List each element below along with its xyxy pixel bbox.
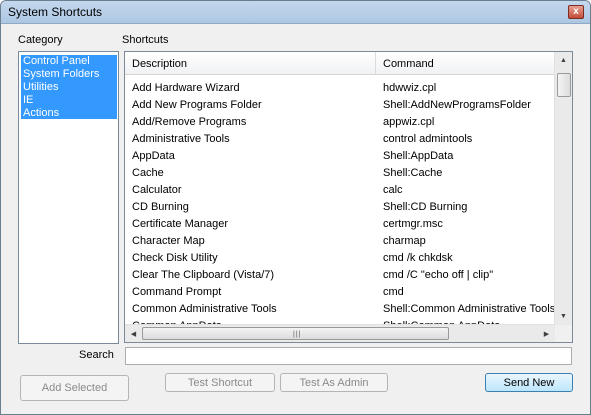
row-command: hdwwiz.cpl [383, 82, 437, 94]
table-row[interactable]: Character Map charmap [125, 233, 556, 250]
row-description: Add Hardware Wizard [132, 82, 240, 94]
system-shortcuts-window: System Shortcuts x Category Shortcuts Co… [0, 0, 591, 415]
column-header-command[interactable]: Command [383, 58, 434, 70]
table-row[interactable]: Calculator calc [125, 182, 556, 199]
scroll-down-icon[interactable]: ▼ [555, 308, 572, 325]
table-row[interactable]: Clear The Clipboard (Vista/7) cmd /C "ech… [125, 267, 556, 284]
scrollbar-corner [555, 325, 572, 342]
row-command: Shell:CD Burning [383, 201, 468, 213]
row-command: Shell:AppData [383, 150, 454, 162]
row-description: Common Administrative Tools [132, 303, 277, 315]
table-header: Description Command [125, 52, 556, 75]
column-header-description[interactable]: Description [132, 58, 187, 70]
row-command: cmd [383, 286, 404, 298]
row-command: Shell:Common Administrative Tools [383, 303, 556, 315]
row-command: charmap [383, 235, 426, 247]
scroll-right-icon[interactable]: ▶ [538, 325, 555, 342]
row-description: Character Map [132, 235, 205, 247]
horizontal-scroll-thumb[interactable]: ||| [142, 327, 449, 340]
grip-icon: ||| [293, 331, 302, 338]
search-input[interactable] [125, 347, 572, 365]
scroll-left-icon[interactable]: ◀ [125, 325, 142, 342]
row-description: Calculator [132, 184, 182, 196]
shortcuts-label: Shortcuts [122, 34, 169, 46]
row-description: Certificate Manager [132, 218, 228, 230]
row-command: control admintools [383, 133, 473, 145]
row-command: appwiz.cpl [383, 116, 435, 128]
row-description: Administrative Tools [132, 133, 230, 145]
vertical-scroll-thumb[interactable] [557, 73, 571, 97]
send-new-button[interactable]: Send New [485, 373, 573, 392]
row-command: calc [383, 184, 403, 196]
table-row[interactable]: CD Burning Shell:CD Burning [125, 199, 556, 216]
row-command: cmd /C "echo off | clip" [383, 269, 494, 281]
add-selected-button[interactable]: Add Selected [20, 375, 129, 401]
window-title: System Shortcuts [8, 5, 103, 19]
category-item-ie[interactable]: IE [23, 94, 33, 107]
vertical-scrollbar[interactable]: ▲ ▼ [554, 52, 572, 325]
test-as-admin-button[interactable]: Test As Admin [280, 373, 388, 392]
table-row[interactable]: Command Prompt cmd [125, 284, 556, 301]
category-item-actions[interactable]: Actions [23, 107, 59, 120]
row-description: Add New Programs Folder [132, 99, 262, 111]
table-row[interactable]: AppData Shell:AppData [125, 148, 556, 165]
column-divider[interactable] [375, 52, 376, 74]
table-row[interactable]: Check Disk Utility cmd /k chkdsk [125, 250, 556, 267]
row-command: Shell:AddNewProgramsFolder [383, 99, 531, 111]
row-description: Clear The Clipboard (Vista/7) [132, 269, 275, 281]
test-shortcut-button[interactable]: Test Shortcut [165, 373, 275, 392]
row-command: Shell:Cache [383, 167, 443, 179]
table-row[interactable]: Add Hardware Wizard hdwwiz.cpl [125, 80, 556, 97]
horizontal-scrollbar[interactable]: ◀ ||| ▶ [125, 324, 555, 342]
category-label: Category [18, 34, 63, 46]
search-label: Search [79, 349, 114, 361]
table-row[interactable]: Common Administrative Tools Shell:Common … [125, 301, 556, 318]
category-list[interactable]: Control Panel System Folders Utilities I… [18, 51, 119, 344]
table-row[interactable]: Administrative Tools control admintools [125, 131, 556, 148]
row-description: Cache [132, 167, 164, 179]
shortcuts-table[interactable]: Description Command Add Hardware Wizard h… [124, 51, 573, 343]
row-description: AppData [132, 150, 175, 162]
table-row[interactable]: Add New Programs Folder Shell:AddNewProgr… [125, 97, 556, 114]
row-description: CD Burning [132, 201, 189, 213]
category-item-system-folders[interactable]: System Folders [23, 68, 99, 81]
title-bar[interactable]: System Shortcuts x [1, 1, 590, 24]
table-row[interactable]: Certificate Manager certmgr.msc [125, 216, 556, 233]
close-button[interactable]: x [568, 5, 584, 19]
category-item-utilities[interactable]: Utilities [23, 81, 58, 94]
row-command: certmgr.msc [383, 218, 443, 230]
scroll-up-icon[interactable]: ▲ [555, 52, 572, 69]
table-row[interactable]: Add/Remove Programs appwiz.cpl [125, 114, 556, 131]
row-command: cmd /k chkdsk [383, 252, 453, 264]
row-description: Add/Remove Programs [132, 116, 247, 128]
row-description: Check Disk Utility [132, 252, 218, 264]
row-description: Command Prompt [132, 286, 222, 298]
category-item-control-panel[interactable]: Control Panel [23, 55, 90, 68]
table-row[interactable]: Cache Shell:Cache [125, 165, 556, 182]
close-icon: x [573, 6, 579, 17]
